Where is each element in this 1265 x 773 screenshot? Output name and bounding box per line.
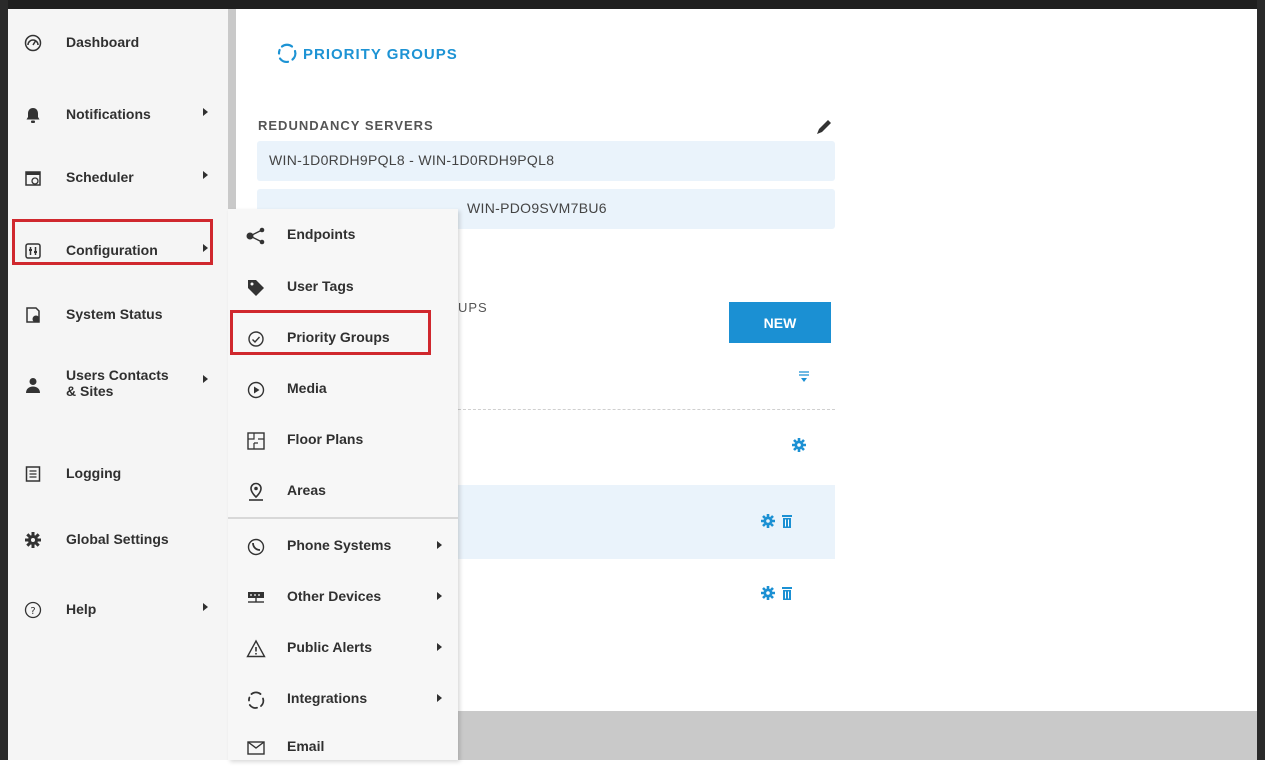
chevron-right-icon [437,592,442,600]
configuration-submenu: Endpoints User Tags Priority Groups Medi… [228,209,458,760]
gear-icon[interactable] [791,437,807,453]
devices-icon [246,588,266,608]
submenu-item-label: Areas [287,482,326,498]
window-frame-left [0,0,8,760]
svg-text:?: ? [30,606,35,617]
server-row-text: WIN-PDO9SVM7BU6 [467,200,607,216]
system-status-icon [24,306,42,324]
sort-icon[interactable] [796,369,812,385]
configuration-highlight-box [12,219,213,265]
sidebar: Dashboard Notifications Scheduler Config… [8,9,228,760]
sidebar-item-scheduler[interactable]: Scheduler [8,154,228,202]
sidebar-item-users-contacts-sites[interactable]: Users Contacts & Sites [8,361,228,409]
dashboard-icon [24,34,42,52]
chevron-right-icon [203,171,208,179]
chevron-right-icon [203,108,208,116]
chevron-right-icon [437,541,442,549]
submenu-item-label: Endpoints [287,226,356,242]
trash-icon[interactable] [779,513,795,529]
submenu-item-user-tags[interactable]: User Tags [228,263,458,313]
gear-icon[interactable] [760,585,776,601]
server-row: WIN-1D0RDH9PQL8 - WIN-1D0RDH9PQL8 [257,141,835,181]
window-frame-top [0,0,1265,9]
sidebar-item-dashboard[interactable]: Dashboard [8,19,228,67]
sidebar-item-label: Scheduler [66,169,134,185]
chevron-right-icon [437,694,442,702]
submenu-item-integrations[interactable]: Integrations [228,675,458,725]
priority-groups-highlight-box [230,310,431,355]
chevron-right-icon [203,603,208,611]
gear-icon[interactable] [760,513,776,529]
phone-icon [246,537,266,557]
trash-icon[interactable] [779,585,795,601]
redundancy-servers-label: REDUNDANCY SERVERS [258,118,434,133]
submenu-item-endpoints[interactable]: Endpoints [228,211,458,261]
submenu-item-label: Public Alerts [287,639,373,655]
sidebar-item-global-settings[interactable]: Global Settings [8,516,228,564]
bell-icon [24,106,42,124]
integrations-icon [276,42,298,64]
sidebar-item-label: Notifications [66,106,151,122]
groups-label-partial: UPS [458,300,488,315]
server-row-text: WIN-1D0RDH9PQL8 - WIN-1D0RDH9PQL8 [269,152,555,168]
tag-icon [246,278,266,298]
play-circle-icon [246,380,266,400]
sidebar-item-label: Dashboard [66,34,140,50]
chevron-right-icon [437,643,442,651]
sidebar-item-help[interactable]: ? Help [8,586,228,634]
submenu-item-label: Other Devices [287,588,382,604]
submenu-item-email[interactable]: Email [228,723,458,773]
integrations-icon [246,690,266,710]
gear-icon [24,531,42,549]
email-icon [246,738,266,758]
submenu-item-label: User Tags [287,278,354,294]
share-icon [246,226,266,246]
sidebar-item-logging[interactable]: Logging [8,450,228,498]
warning-icon [246,639,266,659]
submenu-item-phone-systems[interactable]: Phone Systems [228,522,458,572]
submenu-item-other-devices[interactable]: Other Devices [228,573,458,623]
submenu-item-label: Phone Systems [287,537,392,553]
submenu-item-floor-plans[interactable]: Floor Plans [228,416,458,466]
calendar-clock-icon [24,169,42,187]
map-pin-icon [246,482,266,502]
log-icon [24,465,42,483]
submenu-item-label: Integrations [287,690,368,706]
submenu-item-label: Email [287,738,325,754]
table-divider [458,409,835,410]
sidebar-item-system-status[interactable]: System Status [8,291,228,339]
floor-plan-icon [246,431,266,451]
submenu-item-media[interactable]: Media [228,365,458,415]
sidebar-item-label: System Status [66,306,163,322]
submenu-item-areas[interactable]: Areas [228,467,458,517]
new-button[interactable]: NEW [729,302,831,343]
user-icon [24,376,42,394]
sidebar-item-label-line1: Users Contacts [66,367,169,383]
sidebar-item-label-line2: & Sites [66,383,114,399]
sidebar-item-label: Help [66,601,97,617]
sidebar-item-label: Users Contacts & Sites [66,367,169,399]
submenu-divider [228,517,458,519]
help-icon: ? [24,601,42,619]
edit-icon[interactable] [812,117,834,139]
chevron-right-icon [203,375,208,383]
submenu-item-public-alerts[interactable]: Public Alerts [228,624,458,674]
window-frame-right [1257,0,1265,760]
sidebar-item-notifications[interactable]: Notifications [8,91,228,139]
sidebar-item-label: Global Settings [66,531,169,547]
page-title: PRIORITY GROUPS [303,46,458,63]
submenu-item-label: Floor Plans [287,431,364,447]
footer-bar [458,711,1257,760]
sidebar-item-label: Logging [66,465,122,481]
submenu-item-label: Media [287,380,327,396]
